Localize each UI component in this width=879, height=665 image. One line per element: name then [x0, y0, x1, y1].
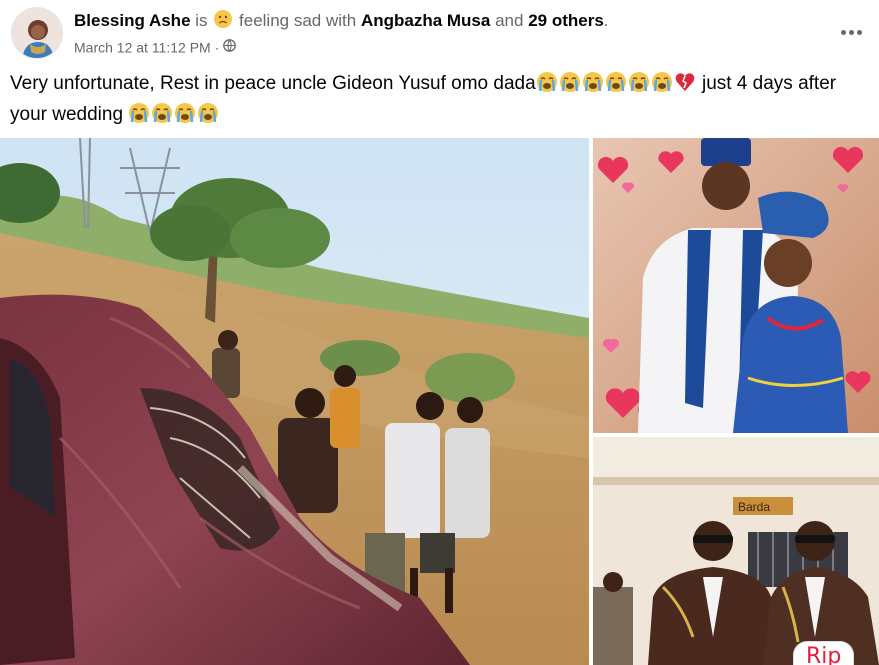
wall-sign-text: Barda — [738, 500, 770, 514]
author-avatar[interactable] — [11, 7, 63, 59]
photo-crashed-car[interactable] — [0, 138, 589, 665]
crying-face-icon — [651, 71, 673, 101]
and-text: and — [495, 11, 524, 30]
rip-badge: Rip — [793, 641, 855, 665]
post-header: Blessing Ashe is feeling sad with Angbaz… — [0, 0, 879, 62]
photo-officers[interactable]: Barda Rip — [593, 437, 879, 665]
author-name[interactable]: Blessing Ashe — [74, 11, 191, 30]
crying-face-icon — [197, 102, 219, 132]
post-meta: March 12 at 11:12 PM · — [74, 37, 236, 56]
crying-face-icon — [128, 102, 150, 132]
globe-icon — [223, 39, 236, 55]
crying-face-icon — [582, 71, 604, 101]
meta-separator: · — [214, 39, 220, 56]
period: . — [603, 11, 609, 30]
photo-couple[interactable] — [593, 138, 879, 433]
broken-heart-icon — [674, 71, 696, 101]
crying-face-icon — [605, 71, 627, 101]
crying-emoji-group — [128, 103, 220, 125]
others-link[interactable]: 29 others — [528, 11, 604, 30]
more-options-icon[interactable] — [837, 18, 865, 46]
feeling-text: feeling sad with — [239, 11, 357, 30]
crying-face-icon — [559, 71, 581, 101]
tagged-friend-name[interactable]: Angbazha Musa — [361, 11, 490, 30]
message-text-part1: Very unfortunate, Rest in peace uncle Gi… — [10, 73, 536, 94]
author-line: Blessing Ashe is feeling sad with Angbaz… — [74, 9, 609, 35]
post-timestamp[interactable]: March 12 at 11:12 PM — [74, 39, 211, 55]
crying-face-icon — [151, 102, 173, 132]
crying-face-icon — [628, 71, 650, 101]
is-text: is — [195, 11, 208, 30]
post-message: Very unfortunate, Rest in peace uncle Gi… — [10, 70, 870, 132]
crying-face-icon — [174, 102, 196, 132]
photo-grid: Barda Rip — [0, 138, 879, 665]
sad-face-icon — [213, 9, 233, 35]
crying-face-icon — [536, 71, 558, 101]
crying-emoji-group — [536, 72, 674, 94]
